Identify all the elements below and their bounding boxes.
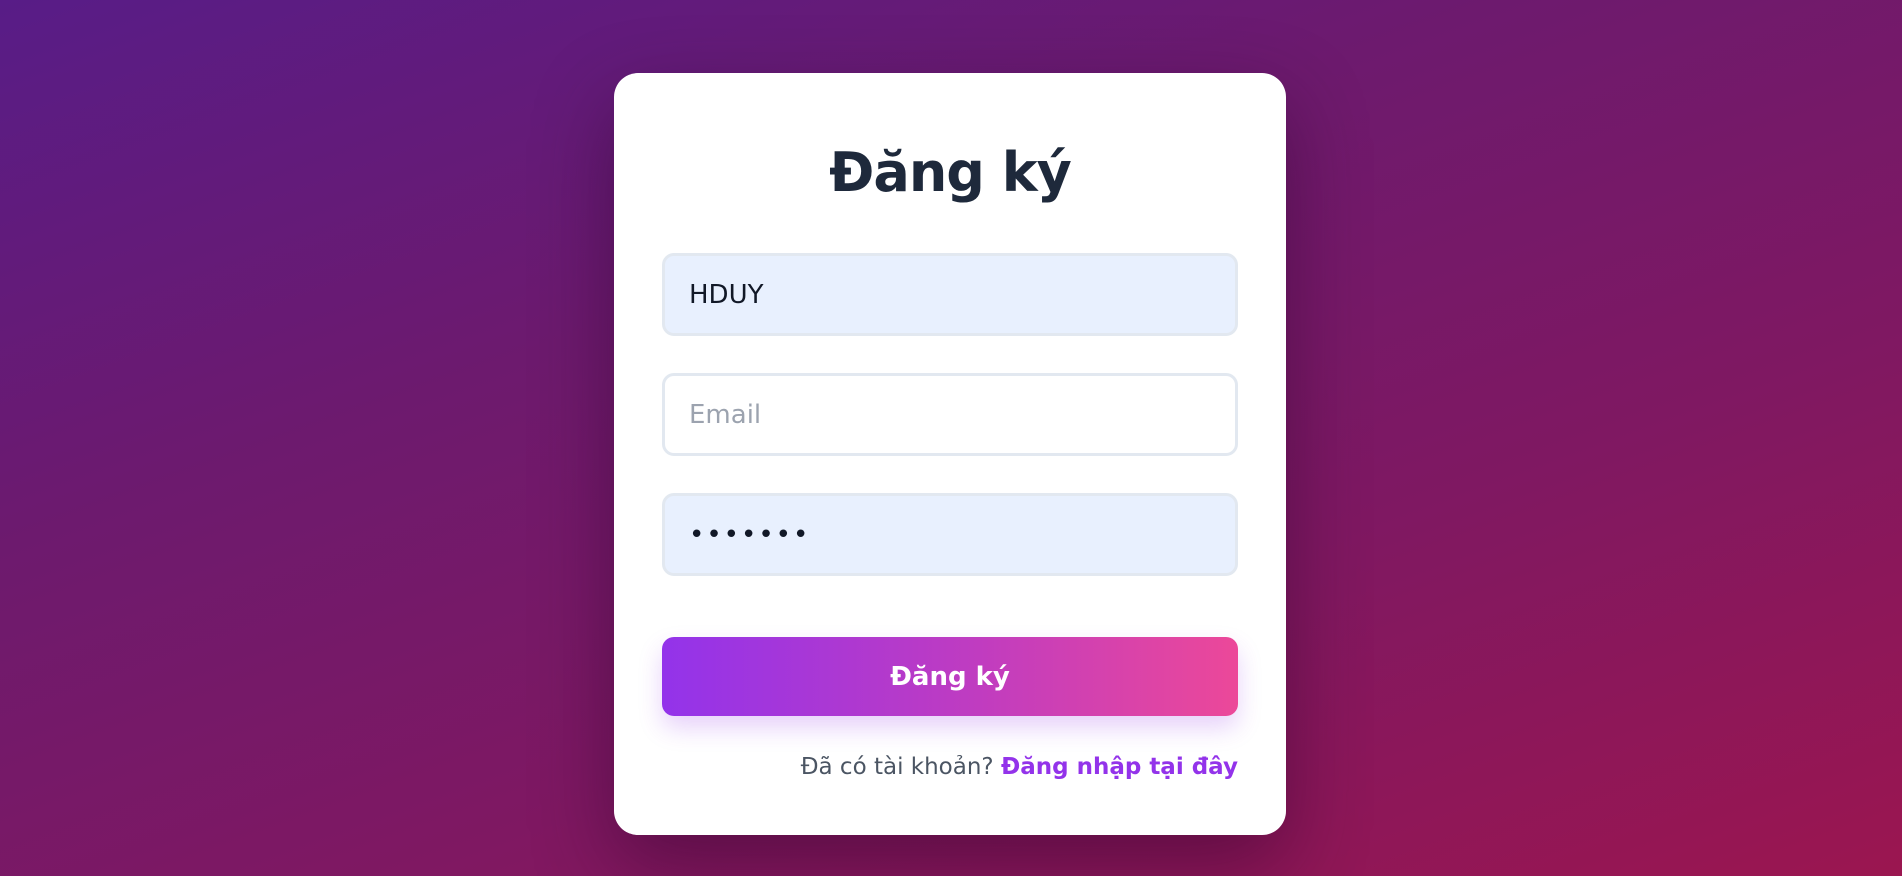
email-input[interactable] (662, 373, 1238, 456)
password-input[interactable] (662, 493, 1238, 576)
username-input[interactable] (662, 253, 1238, 336)
login-prompt-text: Đã có tài khoản? (800, 754, 1001, 780)
page-title: Đăng ký (829, 141, 1072, 204)
login-prompt: Đã có tài khoản? Đăng nhập tại đây (801, 751, 1238, 783)
register-card: Đăng ký Đăng ký Đã có tài khoản? Đăng nh… (614, 73, 1286, 835)
login-link[interactable]: Đăng nhập tại đây (1001, 754, 1238, 780)
register-button[interactable]: Đăng ký (662, 637, 1238, 716)
